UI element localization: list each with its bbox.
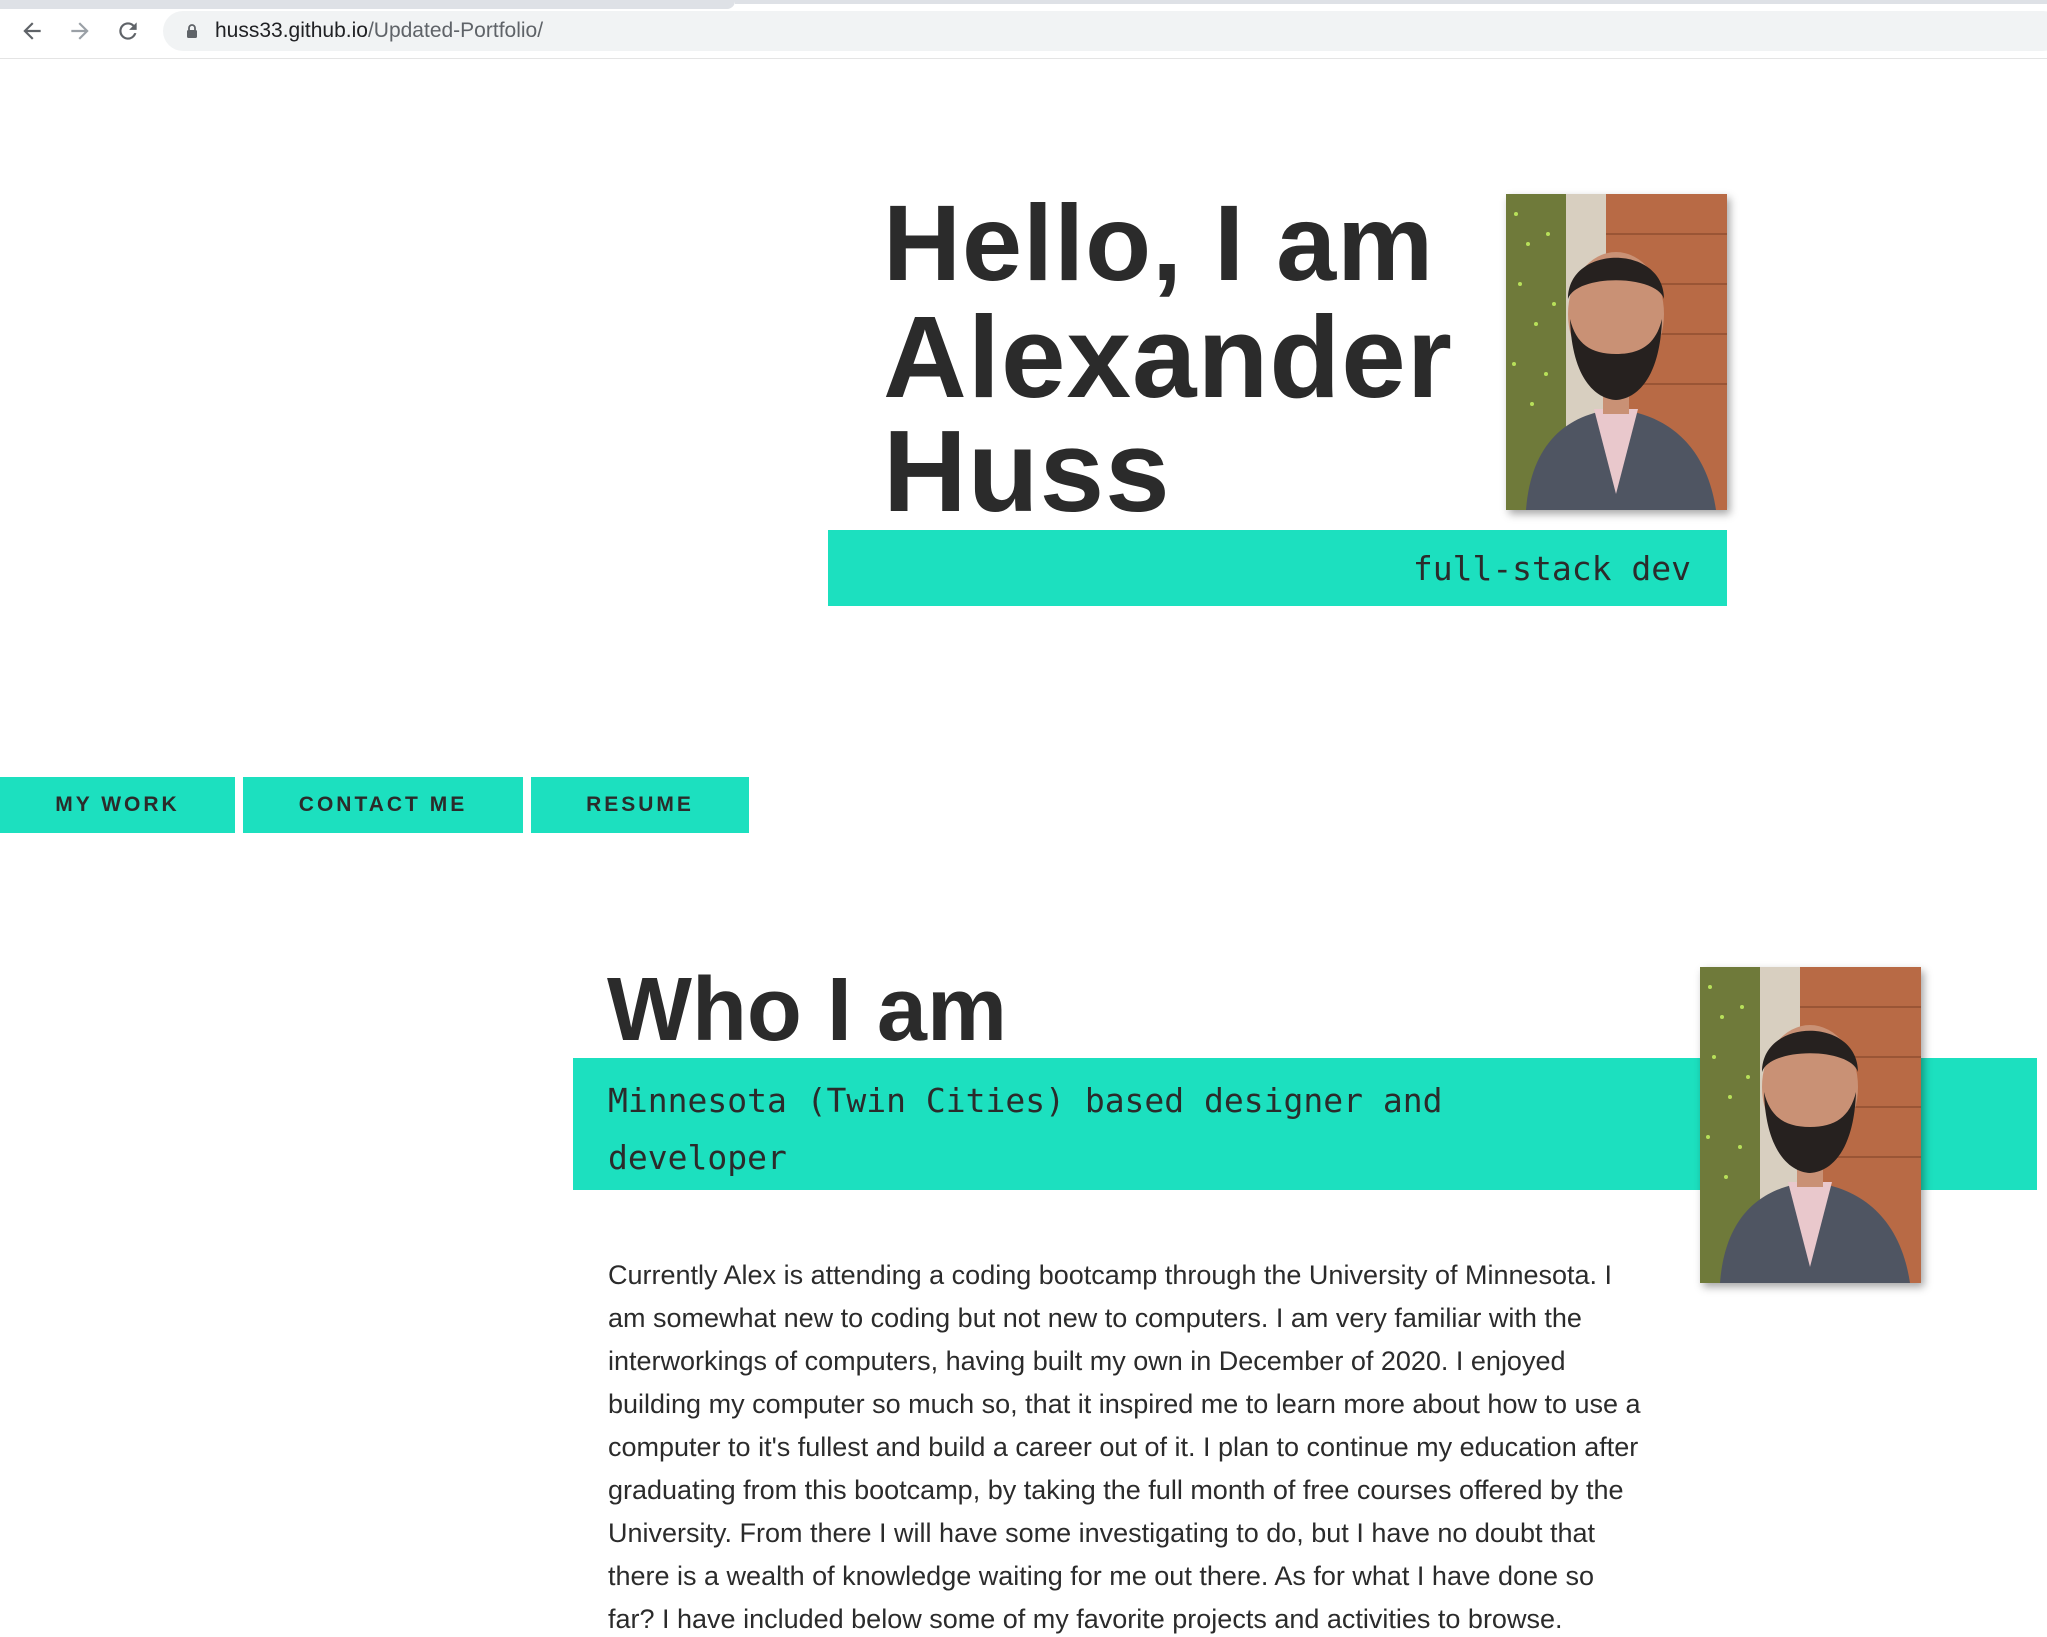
browser-toolbar: huss33.github.io/Updated-Portfolio/	[0, 0, 2047, 59]
lock-icon	[183, 22, 201, 40]
profile-photo	[1506, 194, 1727, 510]
url-text: huss33.github.io/Updated-Portfolio/	[215, 19, 543, 43]
hero-title-line1: Hello, I am	[883, 182, 1435, 303]
forward-button[interactable]	[62, 13, 98, 49]
reload-icon	[119, 22, 137, 40]
tab-strip	[0, 0, 735, 9]
address-bar[interactable]: huss33.github.io/Updated-Portfolio/	[163, 11, 2047, 51]
about-bio: Currently Alex is attending a coding boo…	[608, 1260, 1641, 1634]
url-path: /Updated-Portfolio/	[367, 19, 544, 42]
about-heading: Who I am	[607, 960, 1007, 1060]
back-button[interactable]	[14, 13, 50, 49]
hero-title-line3: Huss	[883, 406, 1171, 536]
hero-title: Hello, I am Alexander Huss	[883, 182, 1453, 536]
forward-arrow-icon	[71, 22, 89, 40]
role-text: full-stack dev	[1412, 548, 1691, 588]
contact-me-button[interactable]: CONTACT ME	[243, 777, 523, 833]
resume-button[interactable]: RESUME	[531, 777, 749, 833]
reload-button[interactable]	[110, 13, 146, 49]
back-arrow-icon	[23, 22, 41, 40]
my-work-button[interactable]: MY WORK	[0, 777, 235, 833]
about-photo	[1700, 967, 1921, 1283]
hero-title-line2: Alexander	[883, 292, 1453, 422]
url-host: huss33.github.io	[215, 19, 368, 42]
tab-strip-rest	[735, 0, 2047, 4]
about-tagline: Minnesota (Twin Cities) based designer a…	[608, 1081, 1443, 1177]
role-banner: full-stack dev	[828, 530, 1727, 606]
